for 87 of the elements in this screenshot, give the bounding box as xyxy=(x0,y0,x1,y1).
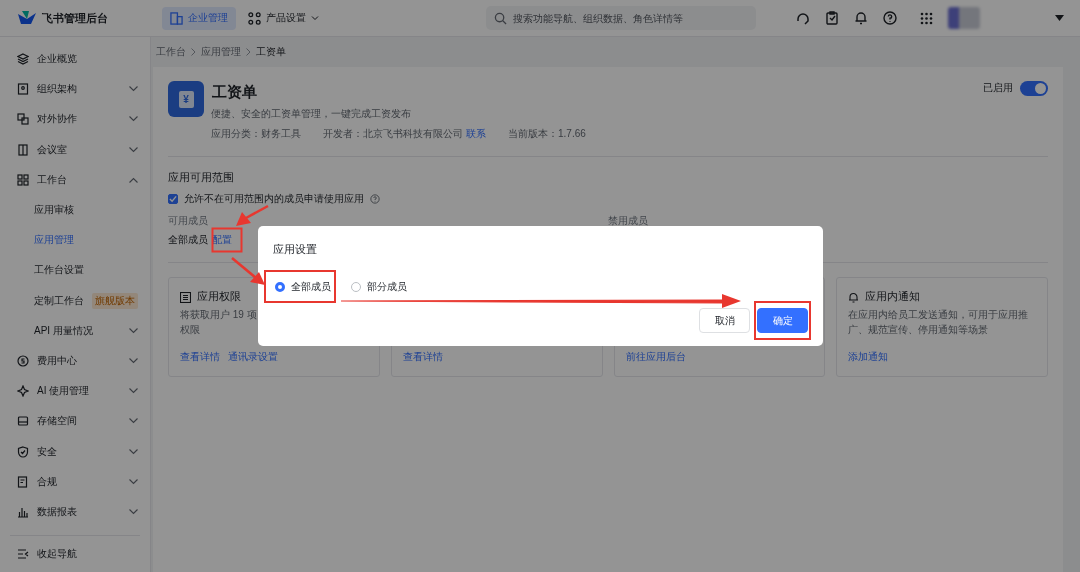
product-name: 飞书管理后台 xyxy=(42,10,108,26)
card-description: 将获取用户 19 项 xyxy=(180,308,258,322)
sidebar-item[interactable]: 数据报表 xyxy=(0,496,150,527)
status-label: 已启用 xyxy=(983,81,1013,95)
contact-link[interactable]: 联系 xyxy=(465,128,486,139)
layers-icon xyxy=(17,53,29,66)
sidebar-subitem[interactable]: 定制工作台 旗舰版本 xyxy=(0,285,150,316)
sidebar-item[interactable]: 组织架构 xyxy=(0,74,150,105)
card-description: 在应用内给员工发送通知，可用于应用推广、规范宣传、停用通知等场景 xyxy=(848,308,1030,337)
overlap-squares-icon xyxy=(17,113,29,126)
card-link[interactable]: 添加通知 xyxy=(848,350,889,364)
sidebar-item[interactable]: 工作台 xyxy=(0,164,150,195)
arrow xyxy=(231,257,265,285)
logo-icon xyxy=(17,10,37,26)
caret-icon[interactable] xyxy=(1055,15,1064,21)
dialog-title: 应用设置 xyxy=(273,243,318,257)
bell-icon xyxy=(848,291,860,303)
sidebar-item[interactable]: 对外协作 xyxy=(0,104,150,135)
contact-card-icon xyxy=(17,83,29,96)
sidebar-item[interactable]: 安全 xyxy=(0,436,150,467)
search-box[interactable]: 搜索功能导航、组织数据、角色详情等 xyxy=(486,6,756,30)
checkbox-label: 允许不在可用范围内的成员申请使用应用 xyxy=(184,192,364,206)
list-icon xyxy=(180,291,191,303)
bar-chart-icon xyxy=(17,505,29,518)
app-category: 应用分类：财务工具 xyxy=(211,127,302,141)
version-text: 当前版本：1.7.66 xyxy=(508,127,586,141)
search-icon xyxy=(494,11,507,25)
dollar-coin-icon xyxy=(17,354,29,367)
edition-tag: 旗舰版本 xyxy=(92,292,138,309)
sidebar-item[interactable]: 存储空间 xyxy=(0,406,150,437)
app-icon: ¥ xyxy=(168,81,204,117)
chevron-icon xyxy=(246,48,251,56)
search-field[interactable]: 搜索功能导航、组织数据、角色详情等 xyxy=(513,12,748,24)
section-title: 应用可用范围 xyxy=(168,170,235,185)
sidebar-item[interactable]: 合规 xyxy=(0,466,150,497)
card-description: 权限 xyxy=(180,322,201,337)
card-link[interactable]: 前往应用后台 xyxy=(625,350,686,364)
radio-option[interactable]: 部分成员 xyxy=(351,280,407,294)
document-icon xyxy=(17,475,29,488)
breadcrumb-current: 工资单 xyxy=(256,45,286,59)
avatar[interactable] xyxy=(948,7,980,29)
sidebar-subitem[interactable]: API 用量情况 xyxy=(0,315,150,346)
app-title: 工资单 xyxy=(212,83,258,102)
config-link[interactable]: 配置 xyxy=(212,233,232,247)
four-circles-icon xyxy=(248,11,261,25)
clipboard-icon[interactable] xyxy=(825,11,839,25)
grid-icon xyxy=(17,173,29,186)
radio-option[interactable]: 全部成员 xyxy=(275,280,331,294)
card-title: 应用权限 xyxy=(197,290,241,304)
building-icon xyxy=(170,11,183,25)
highlight-box xyxy=(264,270,336,303)
door-icon xyxy=(17,143,29,156)
field-label: 可用成员 xyxy=(168,214,208,228)
help-icon[interactable] xyxy=(883,11,897,25)
sidebar-subitem[interactable]: 应用审核 xyxy=(0,194,150,226)
drive-icon xyxy=(17,415,29,428)
sidebar-subitem[interactable]: 应用管理 xyxy=(0,225,150,256)
field-label: 禁用成员 xyxy=(608,214,648,228)
collapse-nav-button[interactable]: 收起导航 xyxy=(10,535,140,572)
checkbox[interactable] xyxy=(168,194,178,204)
collapse-icon xyxy=(17,549,29,559)
nav-tab[interactable]: 产品设置 xyxy=(240,6,327,30)
cancel-button[interactable]: 取消 xyxy=(699,308,750,333)
enable-toggle[interactable] xyxy=(1020,81,1048,96)
chevron-icon xyxy=(191,48,196,56)
highlight-box xyxy=(754,301,811,340)
confirm-button[interactable]: 确定 xyxy=(757,308,808,333)
card-link[interactable]: 通讯录设置 xyxy=(228,350,278,364)
sidebar-subitem[interactable]: 工作台设置 xyxy=(0,255,150,286)
card-title: 应用内通知 xyxy=(865,290,921,304)
sidebar-item[interactable]: 费用中心 xyxy=(0,345,150,377)
sparkle-icon xyxy=(17,385,29,398)
field-value: 全部成员 xyxy=(168,233,208,247)
app-grid-icon[interactable] xyxy=(920,11,933,25)
arrow xyxy=(236,204,269,226)
breadcrumb-link[interactable]: 应用管理 xyxy=(201,45,241,59)
sidebar-item[interactable]: 会议室 xyxy=(0,134,150,165)
headset-icon[interactable] xyxy=(796,11,810,25)
card-link[interactable]: 查看详情 xyxy=(180,350,220,364)
card-link[interactable]: 查看详情 xyxy=(402,350,443,364)
sidebar-item[interactable]: 企业概览 xyxy=(0,44,150,75)
shield-check-icon xyxy=(17,445,29,458)
bell-icon[interactable] xyxy=(854,11,868,25)
breadcrumb-link[interactable]: 工作台 xyxy=(156,45,186,59)
highlight-box xyxy=(211,227,243,253)
developer-text: 开发者：北京飞书科技有限公司 xyxy=(323,128,463,139)
sidebar-item[interactable]: AI 使用管理 xyxy=(0,376,150,407)
